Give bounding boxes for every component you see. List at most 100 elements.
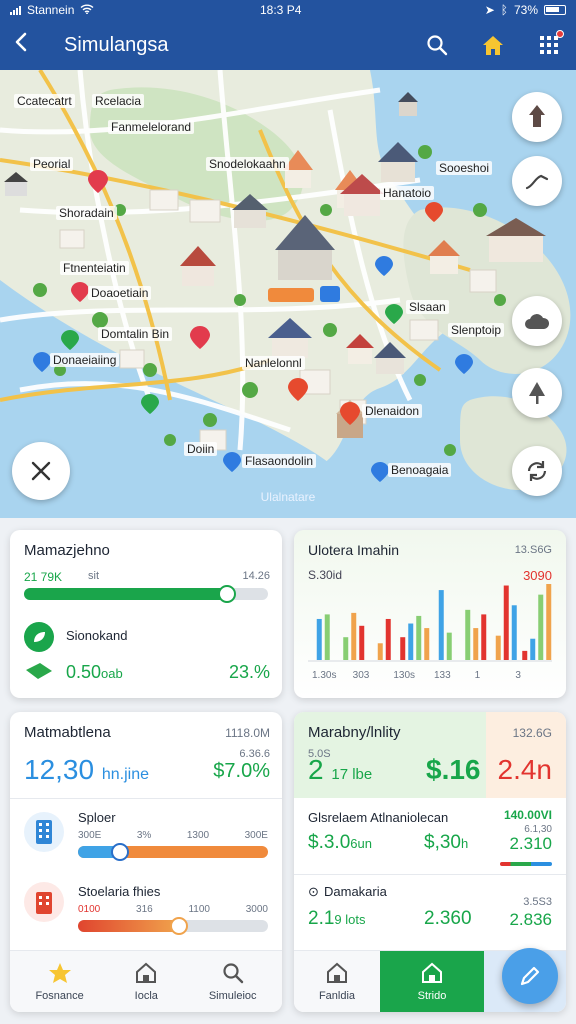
search-button[interactable] — [424, 32, 450, 58]
row1-top-value: 140.00VI — [503, 808, 552, 822]
chart-bar — [438, 590, 444, 660]
chart-bar — [538, 594, 544, 660]
bar-chart — [308, 584, 552, 662]
item1-progress-bar — [78, 843, 268, 861]
city-map[interactable]: Ccatecatrt Rcelacia Fanmelelorand Peoria… — [0, 70, 576, 518]
bluetooth-icon: ᛒ — [500, 3, 508, 17]
chart-bar — [408, 623, 414, 660]
progress-fill — [24, 588, 227, 600]
tree-icon — [529, 382, 545, 404]
pencil-icon — [520, 966, 540, 986]
grid-icon — [540, 36, 558, 54]
chart-bar — [446, 632, 452, 660]
chart-bar — [400, 637, 406, 660]
bottom-nav-left: Fosnance Iocla Simuleioc — [10, 950, 282, 1012]
star-icon — [48, 962, 71, 983]
map-label: Doaoetiain — [88, 286, 152, 300]
map-label: Ccatecatrt — [14, 94, 75, 108]
progress-knob[interactable] — [217, 585, 236, 603]
row2-value3: 2.836 — [509, 910, 552, 929]
status-bar: Stannein 18:3 P4 ➤ ᛒ 73% — [0, 0, 576, 20]
map-label: Peorial — [30, 157, 74, 171]
x-tick-label: 133 — [434, 670, 451, 681]
map-label: Snodelokaahn — [206, 157, 289, 171]
chart-bar — [377, 643, 383, 660]
location-arrow-icon: ➤ — [484, 3, 495, 17]
clock: 18:3 P4 — [260, 3, 302, 17]
row1-value3: 2.310 — [509, 834, 552, 853]
nav-studio[interactable]: Strido — [380, 951, 484, 1012]
chart-bar — [351, 612, 357, 660]
item2-knob[interactable] — [169, 917, 188, 935]
leaf-badge-icon — [24, 622, 54, 652]
item1-ticks: 300E 3% 1300 300E — [78, 830, 268, 841]
map-label: Hanatoio — [380, 186, 435, 200]
chart-bar — [316, 618, 322, 660]
card-chart[interactable]: Ulotera Imahin 13.S6G S.30id 3090 1.30s 3… — [294, 530, 566, 698]
refresh-icon — [527, 461, 547, 481]
page-title: Simulangsa — [64, 33, 169, 56]
card-overview[interactable]: Mamazjehno 21 79K sit 14.26 Sionokand 0.… — [10, 530, 282, 698]
apps-menu-button[interactable] — [536, 30, 564, 58]
big-value: 12,30 hn.jine — [24, 754, 150, 785]
progress-bar — [24, 585, 268, 603]
x-tick-label: 3 — [515, 670, 521, 681]
map-label: Shoradain — [56, 206, 117, 220]
chart-bar — [530, 638, 536, 660]
item1-knob[interactable] — [110, 843, 129, 861]
x-tick-label: 130s — [393, 670, 416, 681]
close-map-button[interactable] — [12, 442, 70, 500]
money-icon — [24, 660, 54, 682]
map-label: Benoagaia — [388, 463, 452, 477]
park-layer-button[interactable] — [512, 368, 562, 418]
card-metrics[interactable]: Matmabtlena 1118.0M 6.36.6 12,30 hn.jine… — [10, 712, 282, 1012]
nav-field[interactable]: Fanldia — [294, 951, 380, 1012]
map-label: Dlenaidon — [362, 404, 423, 418]
nav-finance[interactable]: Fosnance — [35, 951, 84, 1012]
chart-bar — [359, 625, 365, 660]
row2-label: Damakaria — [324, 884, 387, 899]
chart-bar — [495, 635, 501, 660]
home-button[interactable] — [480, 32, 506, 58]
map-label: Ftnenteiatin — [60, 261, 129, 275]
map-caption: Ulalnatare — [260, 490, 316, 504]
row2-value1: 2.19 lots — [308, 908, 366, 929]
card-title: Matmabtlena — [24, 724, 111, 741]
refresh-button[interactable] — [512, 446, 562, 496]
carrier-label: Stannein — [27, 3, 75, 17]
map-label: Slenptoip — [448, 323, 505, 337]
x-tick-label: 1 — [474, 670, 481, 681]
big-value: 2 17 lbe — [308, 754, 373, 785]
search-icon — [223, 962, 243, 983]
x-axis-labels: 1.30s 303 130s 133 1 3 — [308, 670, 552, 684]
progress-left-value: 21 79K — [24, 570, 63, 584]
chart-bar — [473, 628, 479, 660]
price-value: $.16 — [426, 754, 481, 785]
nav-simulation[interactable]: Simuleioc — [209, 951, 257, 1012]
battery-icon — [544, 5, 566, 15]
top-right-value: 13.S6G — [514, 544, 552, 556]
map-label: Domtalin Bin — [98, 327, 173, 341]
chart-bar — [324, 614, 330, 660]
weather-button[interactable] — [512, 296, 562, 346]
map-label: Flasaondolin — [242, 454, 317, 468]
route-icon — [525, 174, 549, 190]
top-right-value: 132.6G — [512, 726, 552, 740]
map-base — [0, 70, 576, 518]
chart-bar — [522, 650, 528, 660]
back-button[interactable] — [14, 31, 44, 60]
building-icon — [24, 812, 64, 852]
route-button[interactable] — [512, 156, 562, 206]
sub-right-value: 6.36.6 — [239, 748, 270, 760]
chart-bar — [503, 585, 509, 660]
tower-layer-button[interactable] — [512, 92, 562, 142]
nav-local[interactable]: Iocla — [135, 951, 158, 1012]
map-label: Fanmelelorand — [108, 120, 195, 134]
chart-bar — [343, 637, 349, 660]
red-value: 2.4n — [497, 754, 553, 785]
house-icon — [136, 962, 157, 983]
row1-value1: $.3.06un — [308, 832, 372, 853]
x-tick-label: 1.30s — [312, 670, 337, 681]
compose-fab[interactable] — [502, 948, 558, 1004]
bank-icon — [24, 882, 64, 922]
